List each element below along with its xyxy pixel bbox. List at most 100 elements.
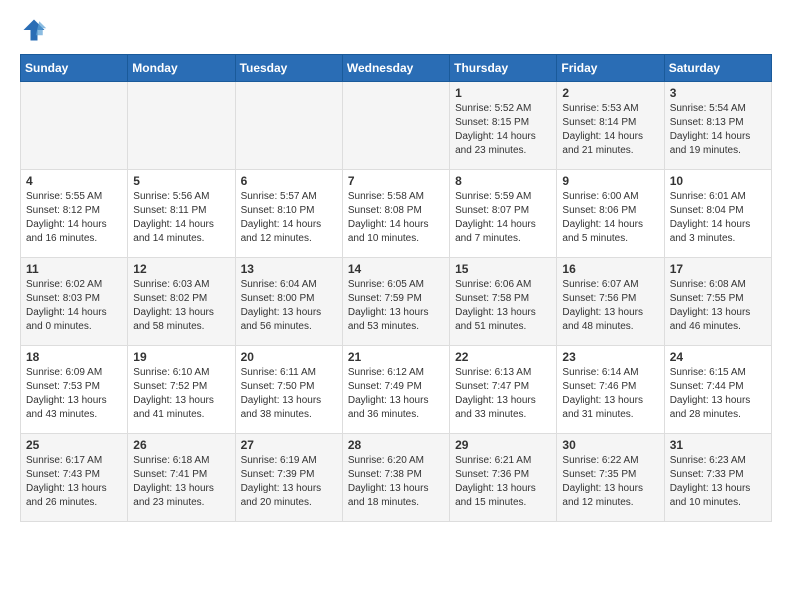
calendar-cell: 24 Sunrise: 6:15 AM Sunset: 7:44 PM Dayli…	[664, 346, 771, 434]
header-monday: Monday	[128, 55, 235, 82]
calendar-cell: 16 Sunrise: 6:07 AM Sunset: 7:56 PM Dayli…	[557, 258, 664, 346]
calendar-header: SundayMondayTuesdayWednesdayThursdayFrid…	[21, 55, 772, 82]
day-number: 24	[670, 350, 766, 364]
day-content: Sunrise: 6:02 AM Sunset: 8:03 PM Dayligh…	[26, 278, 122, 334]
day-content: Sunrise: 6:14 AM Sunset: 7:46 PM Dayligh…	[562, 366, 658, 422]
calendar-cell: 5Sunrise: 5:56 AM Sunset: 8:11 PM Daylig…	[128, 170, 235, 258]
day-content: Sunrise: 6:13 AM Sunset: 7:47 PM Dayligh…	[455, 366, 551, 422]
calendar-cell: 29 Sunrise: 6:21 AM Sunset: 7:36 PM Dayli…	[450, 434, 557, 522]
calendar-cell: 18 Sunrise: 6:09 AM Sunset: 7:53 PM Dayli…	[21, 346, 128, 434]
logo-icon	[20, 16, 48, 44]
calendar-cell: 2 Sunrise: 5:53 AM Sunset: 8:14 PM Daylig…	[557, 82, 664, 170]
calendar-table: SundayMondayTuesdayWednesdayThursdayFrid…	[20, 54, 772, 522]
day-number: 28	[348, 438, 444, 452]
calendar-cell: 21 Sunrise: 6:12 AM Sunset: 7:49 PM Dayli…	[342, 346, 449, 434]
day-number: 7	[348, 174, 444, 188]
day-number: 12	[133, 262, 229, 276]
calendar-cell: 23 Sunrise: 6:14 AM Sunset: 7:46 PM Dayli…	[557, 346, 664, 434]
day-content: Sunrise: 6:12 AM Sunset: 7:49 PM Dayligh…	[348, 366, 444, 422]
day-content: Sunrise: 6:09 AM Sunset: 7:53 PM Dayligh…	[26, 366, 122, 422]
day-number: 16	[562, 262, 658, 276]
calendar-cell: 13Sunrise: 6:04 AM Sunset: 8:00 PM Dayli…	[235, 258, 342, 346]
calendar-cell	[235, 82, 342, 170]
calendar-cell: 3 Sunrise: 5:54 AM Sunset: 8:13 PM Daylig…	[664, 82, 771, 170]
day-number: 5	[133, 174, 229, 188]
header-saturday: Saturday	[664, 55, 771, 82]
day-number: 1	[455, 86, 551, 100]
day-content: Sunrise: 6:01 AM Sunset: 8:04 PM Dayligh…	[670, 190, 766, 246]
week-row-4: 18 Sunrise: 6:09 AM Sunset: 7:53 PM Dayli…	[21, 346, 772, 434]
calendar-cell	[342, 82, 449, 170]
header-sunday: Sunday	[21, 55, 128, 82]
calendar-cell: 14 Sunrise: 6:05 AM Sunset: 7:59 PM Dayli…	[342, 258, 449, 346]
day-number: 2	[562, 86, 658, 100]
header-row: SundayMondayTuesdayWednesdayThursdayFrid…	[21, 55, 772, 82]
day-content: Sunrise: 5:54 AM Sunset: 8:13 PM Dayligh…	[670, 102, 766, 158]
day-content: Sunrise: 5:59 AM Sunset: 8:07 PM Dayligh…	[455, 190, 551, 246]
day-number: 13	[241, 262, 337, 276]
calendar-cell	[21, 82, 128, 170]
day-content: Sunrise: 6:18 AM Sunset: 7:41 PM Dayligh…	[133, 454, 229, 510]
day-content: Sunrise: 5:55 AM Sunset: 8:12 PM Dayligh…	[26, 190, 122, 246]
day-number: 6	[241, 174, 337, 188]
header	[20, 16, 772, 44]
calendar-cell: 6Sunrise: 5:57 AM Sunset: 8:10 PM Daylig…	[235, 170, 342, 258]
calendar-cell: 10 Sunrise: 6:01 AM Sunset: 8:04 PM Dayli…	[664, 170, 771, 258]
day-content: Sunrise: 6:20 AM Sunset: 7:38 PM Dayligh…	[348, 454, 444, 510]
day-content: Sunrise: 6:21 AM Sunset: 7:36 PM Dayligh…	[455, 454, 551, 510]
day-number: 22	[455, 350, 551, 364]
day-content: Sunrise: 6:15 AM Sunset: 7:44 PM Dayligh…	[670, 366, 766, 422]
calendar-cell	[128, 82, 235, 170]
day-content: Sunrise: 6:10 AM Sunset: 7:52 PM Dayligh…	[133, 366, 229, 422]
day-number: 10	[670, 174, 766, 188]
day-number: 15	[455, 262, 551, 276]
calendar-cell: 19 Sunrise: 6:10 AM Sunset: 7:52 PM Dayli…	[128, 346, 235, 434]
calendar-cell: 25Sunrise: 6:17 AM Sunset: 7:43 PM Dayli…	[21, 434, 128, 522]
calendar-cell: 17 Sunrise: 6:08 AM Sunset: 7:55 PM Dayli…	[664, 258, 771, 346]
day-content: Sunrise: 5:58 AM Sunset: 8:08 PM Dayligh…	[348, 190, 444, 246]
day-content: Sunrise: 6:00 AM Sunset: 8:06 PM Dayligh…	[562, 190, 658, 246]
day-number: 23	[562, 350, 658, 364]
calendar-cell: 4 Sunrise: 5:55 AM Sunset: 8:12 PM Daylig…	[21, 170, 128, 258]
header-wednesday: Wednesday	[342, 55, 449, 82]
day-content: Sunrise: 5:53 AM Sunset: 8:14 PM Dayligh…	[562, 102, 658, 158]
calendar-cell: 8 Sunrise: 5:59 AM Sunset: 8:07 PM Daylig…	[450, 170, 557, 258]
day-content: Sunrise: 6:03 AM Sunset: 8:02 PM Dayligh…	[133, 278, 229, 334]
day-content: Sunrise: 6:07 AM Sunset: 7:56 PM Dayligh…	[562, 278, 658, 334]
day-number: 29	[455, 438, 551, 452]
header-tuesday: Tuesday	[235, 55, 342, 82]
day-number: 25	[26, 438, 122, 452]
day-number: 18	[26, 350, 122, 364]
calendar-cell: 20Sunrise: 6:11 AM Sunset: 7:50 PM Dayli…	[235, 346, 342, 434]
calendar-cell: 11Sunrise: 6:02 AM Sunset: 8:03 PM Dayli…	[21, 258, 128, 346]
calendar-cell: 7 Sunrise: 5:58 AM Sunset: 8:08 PM Daylig…	[342, 170, 449, 258]
day-number: 21	[348, 350, 444, 364]
day-content: Sunrise: 6:08 AM Sunset: 7:55 PM Dayligh…	[670, 278, 766, 334]
header-thursday: Thursday	[450, 55, 557, 82]
calendar-cell: 1Sunrise: 5:52 AM Sunset: 8:15 PM Daylig…	[450, 82, 557, 170]
day-content: Sunrise: 6:05 AM Sunset: 7:59 PM Dayligh…	[348, 278, 444, 334]
calendar-cell: 26 Sunrise: 6:18 AM Sunset: 7:41 PM Dayli…	[128, 434, 235, 522]
week-row-2: 4 Sunrise: 5:55 AM Sunset: 8:12 PM Daylig…	[21, 170, 772, 258]
day-number: 30	[562, 438, 658, 452]
day-number: 3	[670, 86, 766, 100]
week-row-1: 1Sunrise: 5:52 AM Sunset: 8:15 PM Daylig…	[21, 82, 772, 170]
calendar-cell: 30 Sunrise: 6:22 AM Sunset: 7:35 PM Dayli…	[557, 434, 664, 522]
day-number: 14	[348, 262, 444, 276]
day-number: 27	[241, 438, 337, 452]
day-number: 9	[562, 174, 658, 188]
day-content: Sunrise: 6:22 AM Sunset: 7:35 PM Dayligh…	[562, 454, 658, 510]
day-number: 4	[26, 174, 122, 188]
calendar-cell: 22 Sunrise: 6:13 AM Sunset: 7:47 PM Dayli…	[450, 346, 557, 434]
calendar-cell: 12 Sunrise: 6:03 AM Sunset: 8:02 PM Dayli…	[128, 258, 235, 346]
day-content: Sunrise: 6:19 AM Sunset: 7:39 PM Dayligh…	[241, 454, 337, 510]
calendar-cell: 27 Sunrise: 6:19 AM Sunset: 7:39 PM Dayli…	[235, 434, 342, 522]
calendar-body: 1Sunrise: 5:52 AM Sunset: 8:15 PM Daylig…	[21, 82, 772, 522]
calendar-cell: 9 Sunrise: 6:00 AM Sunset: 8:06 PM Daylig…	[557, 170, 664, 258]
day-number: 8	[455, 174, 551, 188]
day-number: 19	[133, 350, 229, 364]
calendar-cell: 15Sunrise: 6:06 AM Sunset: 7:58 PM Dayli…	[450, 258, 557, 346]
day-number: 26	[133, 438, 229, 452]
logo	[20, 16, 52, 44]
day-number: 17	[670, 262, 766, 276]
